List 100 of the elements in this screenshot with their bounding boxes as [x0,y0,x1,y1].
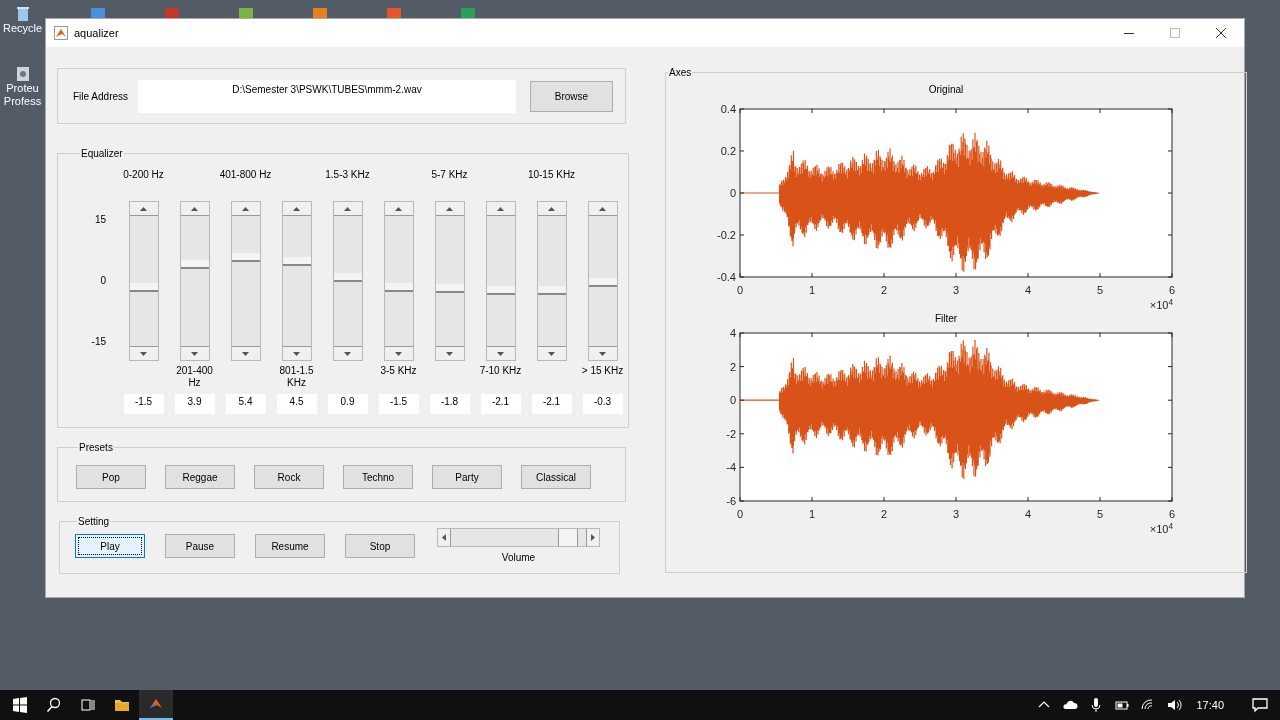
scale-label: 15 [94,213,106,227]
preset-button[interactable]: Reggae [165,465,235,489]
slider-thumb[interactable] [129,283,158,292]
control-button[interactable]: Pause [165,534,235,558]
down-arrow-icon[interactable] [395,351,402,356]
scale-label: -15 [91,335,106,349]
window-title: aqualizer [74,25,119,41]
recycle-bin-icon[interactable] [15,6,30,22]
vertical-slider[interactable] [536,201,567,361]
down-arrow-icon[interactable] [242,351,249,356]
band-value-field[interactable]: -1.8 [429,394,470,414]
vertical-slider[interactable] [230,201,261,361]
desktop-app-icon[interactable] [238,6,254,18]
band-value-field[interactable]: -1.5 [123,394,164,414]
slider-thumb[interactable] [486,286,515,295]
slider-thumb[interactable] [537,286,566,295]
x-tick-label: 0 [736,508,744,520]
y-tick-label: -4 [726,461,736,474]
band-label: 10-15 KHz [527,169,576,181]
band-value-field[interactable]: 3.9 [174,394,215,414]
left-arrow-icon[interactable] [442,534,446,541]
down-arrow-icon[interactable] [446,351,453,356]
up-arrow-icon[interactable] [140,206,147,211]
down-arrow-icon[interactable] [293,351,300,356]
search-icon[interactable] [46,697,62,713]
vertical-slider[interactable] [485,201,516,361]
y-tick-label: -0.4 [717,271,736,283]
panel-title: Presets [78,441,114,455]
x-tick-label: 2 [880,508,888,520]
up-arrow-icon[interactable] [599,206,606,211]
x-tick-label: 6 [1168,508,1176,520]
vertical-slider[interactable] [383,201,414,361]
field-label: File Address [73,89,130,104]
preset-button[interactable]: Techno [343,465,413,489]
band-value-field[interactable]: -1.5 [378,394,419,414]
volume-icon[interactable] [1166,697,1183,713]
preset-button[interactable]: Party [432,465,502,489]
close-icon[interactable] [1216,28,1226,38]
down-arrow-icon[interactable] [344,351,351,356]
app-icon[interactable] [15,66,30,82]
band-value-field[interactable]: -2.1 [531,394,572,414]
down-arrow-icon[interactable] [191,351,198,356]
band-value-field[interactable]: -2.1 [480,394,521,414]
down-arrow-icon[interactable] [140,351,147,356]
x-tick-label: 0 [736,284,744,296]
vertical-slider[interactable] [434,201,465,361]
band-label: > 15 KHz [580,365,625,377]
band-value-field[interactable]: 5.4 [225,394,266,414]
slider-thumb[interactable] [588,278,617,287]
up-arrow-icon[interactable] [344,206,351,211]
up-arrow-icon[interactable] [395,206,402,211]
clock-time[interactable]: 17:40 [1196,696,1224,714]
slider-thumb[interactable] [282,257,311,266]
windows-icon[interactable] [12,697,28,713]
up-arrow-icon[interactable] [293,206,300,211]
preset-button[interactable]: Pop [76,465,146,489]
right-arrow-icon[interactable] [591,534,595,541]
up-arrow-icon[interactable] [446,206,453,211]
task-view-icon[interactable] [80,697,96,713]
slider-thumb[interactable] [231,253,260,262]
vertical-slider[interactable] [587,201,618,361]
up-arrow-icon[interactable] [191,206,198,211]
preset-button[interactable]: Rock [254,465,324,489]
preset-button[interactable]: Classical [521,465,591,489]
desktop-icon-label[interactable]: Recycle [2,22,43,35]
x-tick-label: 1 [808,508,816,520]
y-tick-label: 0.4 [720,103,736,115]
band-label: 0-200 Hz [123,169,164,181]
slider-thumb[interactable] [435,284,464,293]
vertical-slider[interactable] [179,201,210,361]
volume-slider[interactable] [437,528,600,547]
folder-icon[interactable] [114,697,130,713]
plot-title: Filter [933,312,959,325]
band-value-field[interactable]: 4.5 [276,394,317,414]
slider-thumb[interactable] [558,529,578,546]
panel-title: Setting [77,515,111,529]
y-tick-label: 0.2 [720,145,736,157]
file-address-field[interactable]: D:\Semester 3\PSWK\TUBES\mmm-2.wav [138,79,516,113]
slider-thumb[interactable] [180,260,209,269]
vertical-slider[interactable] [281,201,312,361]
notification-icon[interactable] [1252,697,1268,713]
control-button[interactable]: Play [75,534,145,558]
band-value-field[interactable]: 0.9 [327,394,368,414]
up-arrow-icon[interactable] [242,206,249,211]
up-arrow-icon[interactable] [497,206,504,211]
down-arrow-icon[interactable] [599,351,606,356]
control-button[interactable]: Resume [255,534,325,558]
down-arrow-icon[interactable] [497,351,504,356]
down-arrow-icon[interactable] [548,351,555,356]
control-button[interactable]: Stop [345,534,415,558]
up-arrow-icon[interactable] [548,206,555,211]
vertical-slider[interactable] [128,201,159,361]
browse-button[interactable]: Browse [530,80,613,112]
slider-thumb[interactable] [333,273,362,282]
band-value-field[interactable]: -0.3 [582,394,623,414]
axis-exponent: ×10$^{4}$ [1148,523,1173,535]
desktop-icon-label[interactable]: Proteu Profess [3,82,42,108]
x-tick-label: 2 [880,284,888,296]
slider-thumb[interactable] [384,283,413,292]
vertical-slider[interactable] [332,201,363,361]
